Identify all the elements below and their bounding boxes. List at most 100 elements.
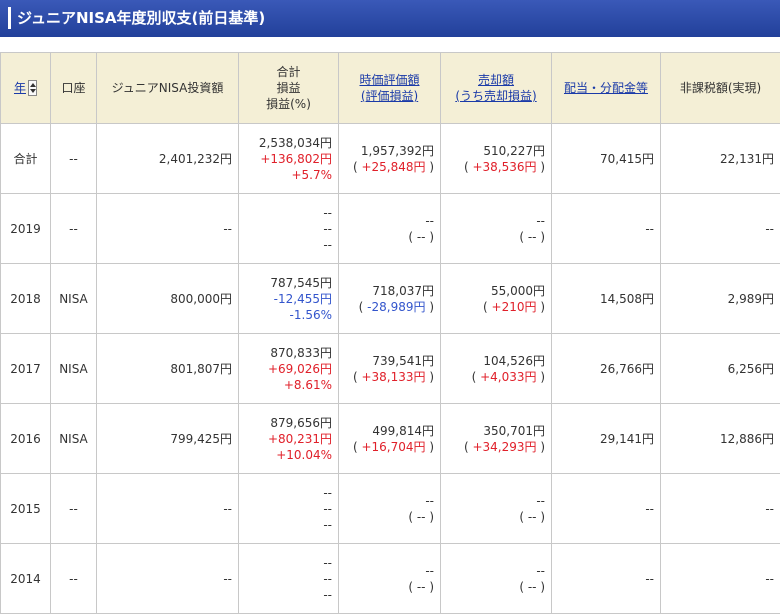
tax-cell: 2,989円 bbox=[661, 264, 780, 334]
sale-cell: --( -- ) bbox=[441, 194, 552, 264]
total-cell: ------ bbox=[239, 194, 339, 264]
eval-value: 1,957,392円 bbox=[345, 143, 434, 159]
account-cell: -- bbox=[51, 544, 97, 614]
tax-header: 非課税額(実現) bbox=[661, 53, 780, 124]
year-header[interactable]: 年 bbox=[1, 53, 51, 124]
eval-cell: --( -- ) bbox=[339, 194, 441, 264]
invest-cell: -- bbox=[97, 544, 239, 614]
sale-cell: --( -- ) bbox=[441, 474, 552, 544]
year-cell: 合計 bbox=[1, 124, 51, 194]
table-row: 2016NISA799,425円879,656円+80,231円+10.04%4… bbox=[1, 404, 780, 474]
tax-cell: -- bbox=[661, 544, 780, 614]
table-row: 2015------------( -- )--( -- )---- bbox=[1, 474, 780, 544]
total-header-line1: 合計 bbox=[241, 64, 336, 80]
eval-pl: ( +38,133円 ) bbox=[345, 369, 434, 385]
eval-pl: ( +25,848円 ) bbox=[345, 159, 434, 175]
sale-pl-sort-link[interactable]: (うち売却損益) bbox=[443, 88, 549, 104]
total-pl-pct: -- bbox=[245, 587, 332, 603]
total-pl-pct: +10.04% bbox=[245, 447, 332, 463]
dividend-cell: 29,141円 bbox=[552, 404, 661, 474]
sale-pl: ( +38,536円 ) bbox=[447, 159, 545, 175]
total-value: -- bbox=[245, 205, 332, 221]
dividend-cell: 26,766円 bbox=[552, 334, 661, 404]
tax-cell: -- bbox=[661, 474, 780, 544]
sale-cell: 55,000円( +210円 ) bbox=[441, 264, 552, 334]
total-pl-value: +136,802円 bbox=[245, 151, 332, 167]
eval-pl: ( -- ) bbox=[345, 579, 434, 595]
eval-header[interactable]: 時価評価額 (評価損益) bbox=[339, 53, 441, 124]
eval-value: -- bbox=[345, 213, 434, 229]
sale-cell: --( -- ) bbox=[441, 544, 552, 614]
total-header: 合計 損益 損益(%) bbox=[239, 53, 339, 124]
eval-value: 499,814円 bbox=[345, 423, 434, 439]
tax-cell: 22,131円 bbox=[661, 124, 780, 194]
eval-pl: ( +16,704円 ) bbox=[345, 439, 434, 455]
eval-value: 718,037円 bbox=[345, 283, 434, 299]
eval-cell: --( -- ) bbox=[339, 544, 441, 614]
sale-pl-value: +4,033円 bbox=[480, 370, 536, 384]
total-value: 787,545円 bbox=[245, 275, 332, 291]
total-cell: ------ bbox=[239, 474, 339, 544]
total-value: -- bbox=[245, 555, 332, 571]
dividend-cell: -- bbox=[552, 474, 661, 544]
dividend-cell: 70,415円 bbox=[552, 124, 661, 194]
eval-pl-value: -- bbox=[417, 580, 426, 594]
sale-value: 104,526円 bbox=[447, 353, 545, 369]
table-row: 2018NISA800,000円787,545円-12,455円-1.56%71… bbox=[1, 264, 780, 334]
year-sort-link[interactable]: 年 bbox=[14, 81, 26, 95]
table-header-row: 年 口座 ジュニアNISA投資額 合計 損益 損益(%) 時価評価額 (評価損益… bbox=[1, 53, 780, 124]
total-cell: 879,656円+80,231円+10.04% bbox=[239, 404, 339, 474]
total-pl-value: +69,026円 bbox=[245, 361, 332, 377]
account-cell: -- bbox=[51, 194, 97, 264]
dividend-header[interactable]: 配当・分配金等 bbox=[552, 53, 661, 124]
total-cell: ------ bbox=[239, 544, 339, 614]
sale-pl-value: +34,293円 bbox=[472, 440, 536, 454]
total-value: 879,656円 bbox=[245, 415, 332, 431]
eval-value: -- bbox=[345, 493, 434, 509]
year-cell: 2017 bbox=[1, 334, 51, 404]
total-header-line2: 損益 bbox=[241, 80, 336, 96]
sale-header[interactable]: 売却額 (うち売却損益) bbox=[441, 53, 552, 124]
table-body: 合計--2,401,232円2,538,034円+136,802円+5.7%1,… bbox=[1, 124, 780, 614]
sale-pl: ( +34,293円 ) bbox=[447, 439, 545, 455]
dividend-sort-link[interactable]: 配当・分配金等 bbox=[564, 81, 648, 95]
invest-cell: 2,401,232円 bbox=[97, 124, 239, 194]
eval-cell: 739,541円( +38,133円 ) bbox=[339, 334, 441, 404]
eval-pl-sort-link[interactable]: (評価損益) bbox=[341, 88, 438, 104]
eval-sort-link[interactable]: 時価評価額 bbox=[341, 72, 438, 88]
yearly-income-table: 年 口座 ジュニアNISA投資額 合計 損益 損益(%) 時価評価額 (評価損益… bbox=[0, 52, 780, 614]
eval-cell: 718,037円( -28,989円 ) bbox=[339, 264, 441, 334]
total-pl-pct: -- bbox=[245, 517, 332, 533]
eval-value: 739,541円 bbox=[345, 353, 434, 369]
invest-cell: -- bbox=[97, 194, 239, 264]
eval-value: -- bbox=[345, 563, 434, 579]
account-cell: -- bbox=[51, 474, 97, 544]
table-row: 合計--2,401,232円2,538,034円+136,802円+5.7%1,… bbox=[1, 124, 780, 194]
sale-value: 350,701円 bbox=[447, 423, 545, 439]
sale-value: 510,227円 bbox=[447, 143, 545, 159]
eval-cell: --( -- ) bbox=[339, 474, 441, 544]
sort-updown-icon[interactable] bbox=[28, 80, 37, 96]
total-pl-value: +80,231円 bbox=[245, 431, 332, 447]
tax-cell: -- bbox=[661, 194, 780, 264]
total-pl-value: -- bbox=[245, 501, 332, 517]
account-cell: -- bbox=[51, 124, 97, 194]
invest-cell: 801,807円 bbox=[97, 334, 239, 404]
sale-pl-value: -- bbox=[528, 510, 537, 524]
sale-pl: ( +4,033円 ) bbox=[447, 369, 545, 385]
sale-sort-link[interactable]: 売却額 bbox=[443, 72, 549, 88]
total-pl-value: -12,455円 bbox=[245, 291, 332, 307]
table-row: 2017NISA801,807円870,833円+69,026円+8.61%73… bbox=[1, 334, 780, 404]
sale-value: -- bbox=[447, 563, 545, 579]
total-pl-value: -- bbox=[245, 221, 332, 237]
sale-cell: 104,526円( +4,033円 ) bbox=[441, 334, 552, 404]
account-cell: NISA bbox=[51, 334, 97, 404]
tax-cell: 12,886円 bbox=[661, 404, 780, 474]
sale-pl: ( -- ) bbox=[447, 229, 545, 245]
total-value: -- bbox=[245, 485, 332, 501]
dividend-cell: -- bbox=[552, 194, 661, 264]
eval-pl-value: +16,704円 bbox=[361, 440, 425, 454]
total-value: 870,833円 bbox=[245, 345, 332, 361]
total-cell: 870,833円+69,026円+8.61% bbox=[239, 334, 339, 404]
year-cell: 2015 bbox=[1, 474, 51, 544]
